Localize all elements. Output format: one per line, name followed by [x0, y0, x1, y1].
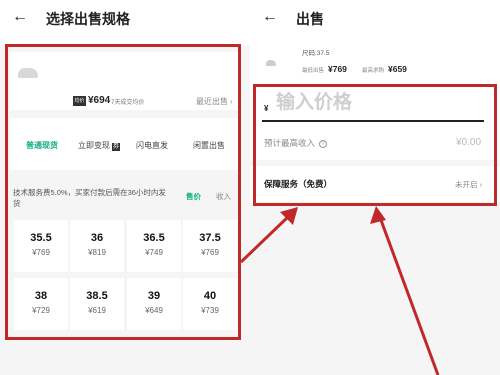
- left-header: ← 选择出售规格: [0, 0, 250, 38]
- product-info: [250, 38, 500, 86]
- back-arrow-icon[interactable]: ←: [12, 8, 28, 26]
- highest-bid-label: 最高求购: [362, 68, 385, 74]
- page-title: 出售: [296, 11, 324, 27]
- lowest-sale-value: ¥769: [328, 64, 347, 74]
- highlight-box-left: [5, 44, 241, 340]
- right-header: ← 出售: [250, 0, 500, 38]
- highlight-box-right: [253, 84, 497, 206]
- lowest-sale-label: 最低出售: [302, 68, 325, 74]
- product-thumbnail: [266, 60, 276, 66]
- back-arrow-icon[interactable]: ←: [262, 8, 278, 26]
- page-title: 选择出售规格: [46, 11, 130, 27]
- highest-bid-value: ¥659: [388, 64, 407, 74]
- screenshot: ← 选择出售规格 均价 ¥694 7天成交均价 最近出售 › 普通现货 立即变现券…: [0, 0, 500, 375]
- selected-size: 尺码:37.5: [302, 50, 330, 57]
